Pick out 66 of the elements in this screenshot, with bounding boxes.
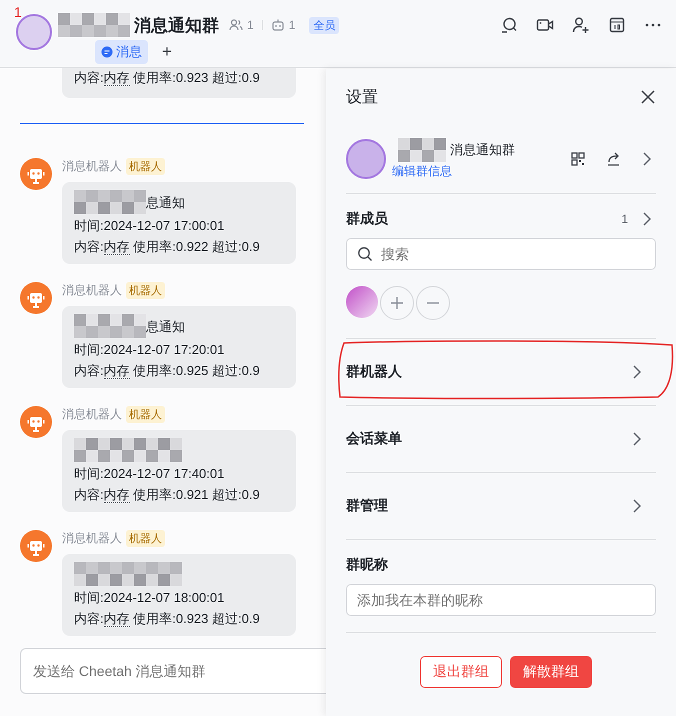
section-label: 群昵称 xyxy=(346,556,389,574)
bot-count: 1 xyxy=(288,18,296,32)
blur-mosaic xyxy=(74,190,146,214)
message-input[interactable]: 发送给 Cheetah 消息通知群 xyxy=(20,648,326,694)
plus-icon xyxy=(390,296,404,310)
leave-group-button[interactable]: 退出群组 xyxy=(420,656,502,688)
robot-tag: 机器人 xyxy=(126,282,165,299)
chat-bubble-icon xyxy=(101,46,113,58)
member-avatar[interactable] xyxy=(346,286,378,318)
message-time: 时间:2024-12-07 17:20:01 xyxy=(74,341,226,359)
close-icon[interactable] xyxy=(640,89,656,105)
qr-code-icon[interactable] xyxy=(570,151,586,167)
blur-mosaic xyxy=(398,138,446,162)
group-avatar xyxy=(346,139,386,179)
add-tab-button[interactable]: + xyxy=(158,42,176,62)
members-icon xyxy=(229,18,243,32)
message-tab[interactable]: 消息 xyxy=(95,40,148,64)
message-title: 息通知 xyxy=(146,318,185,336)
member-count: 1 xyxy=(621,212,628,226)
robot-avatar-icon xyxy=(20,406,52,438)
message-content: 内容:内存 使用率:0.923 超过:0.9 xyxy=(74,610,261,628)
robot-tag: 机器人 xyxy=(126,530,165,547)
message-content: 内容:内存 使用率:0.921 超过:0.9 xyxy=(74,486,261,504)
chevron-right-icon xyxy=(632,498,642,514)
calendar-icon[interactable] xyxy=(608,16,626,34)
search-icon xyxy=(357,246,373,262)
settings-row[interactable]: 群管理 xyxy=(346,473,666,539)
message-time: 时间:2024-12-07 17:40:01 xyxy=(74,465,226,483)
robot-avatar-icon xyxy=(20,282,52,314)
search-icon[interactable] xyxy=(500,16,518,34)
add-member-icon[interactable] xyxy=(572,16,590,34)
message-time: 时间:2024-12-07 18:00:01 xyxy=(74,589,226,607)
blur-mosaic xyxy=(58,13,130,37)
robot-icon xyxy=(270,18,285,32)
group-title: 消息通知群 xyxy=(134,14,219,36)
robot-avatar-icon xyxy=(20,158,52,190)
message-time: 时间:2024-12-07 17:00:01 xyxy=(74,217,226,235)
sender-name: 消息机器人 xyxy=(62,406,122,423)
section-label: 群成员 xyxy=(346,210,389,228)
sender-name: 消息机器人 xyxy=(62,282,122,299)
blur-mosaic xyxy=(74,314,146,338)
share-icon[interactable] xyxy=(606,151,622,167)
nickname-field[interactable]: 添加我在本群的昵称 xyxy=(346,584,656,616)
robot-avatar-icon xyxy=(20,530,52,562)
chevron-right-icon xyxy=(632,364,642,380)
message-content: 内容:内存 使用率:0.922 超过:0.9 xyxy=(74,238,261,256)
chevron-right-icon[interactable] xyxy=(642,151,652,167)
robot-tag: 机器人 xyxy=(126,406,165,423)
settings-row[interactable]: 群机器人 xyxy=(346,339,666,405)
chevron-right-icon[interactable] xyxy=(642,211,652,227)
sender-name: 消息机器人 xyxy=(62,530,122,547)
edit-group-link[interactable]: 编辑群信息 xyxy=(392,163,452,180)
message-title: 息通知 xyxy=(146,194,185,212)
disband-group-button[interactable]: 解散群组 xyxy=(510,656,592,688)
robot-tag: 机器人 xyxy=(126,158,165,175)
sender-name: 消息机器人 xyxy=(62,158,122,175)
all-members-tag: 全员 xyxy=(309,16,340,34)
member-search-field[interactable]: 搜索 xyxy=(346,238,656,270)
member-count: 1 xyxy=(247,18,254,32)
chevron-right-icon xyxy=(632,431,642,447)
settings-row[interactable]: 会话菜单 xyxy=(346,406,666,472)
annotation-number: 1 xyxy=(14,4,22,20)
message-content: 内容:内存 使用率:0.925 超过:0.9 xyxy=(74,362,261,380)
message-content: 内容:内存 使用率:0.923 超过:0.9 xyxy=(74,69,261,87)
panel-title: 设置 xyxy=(346,88,378,108)
group-name: 消息通知群 xyxy=(450,141,515,159)
